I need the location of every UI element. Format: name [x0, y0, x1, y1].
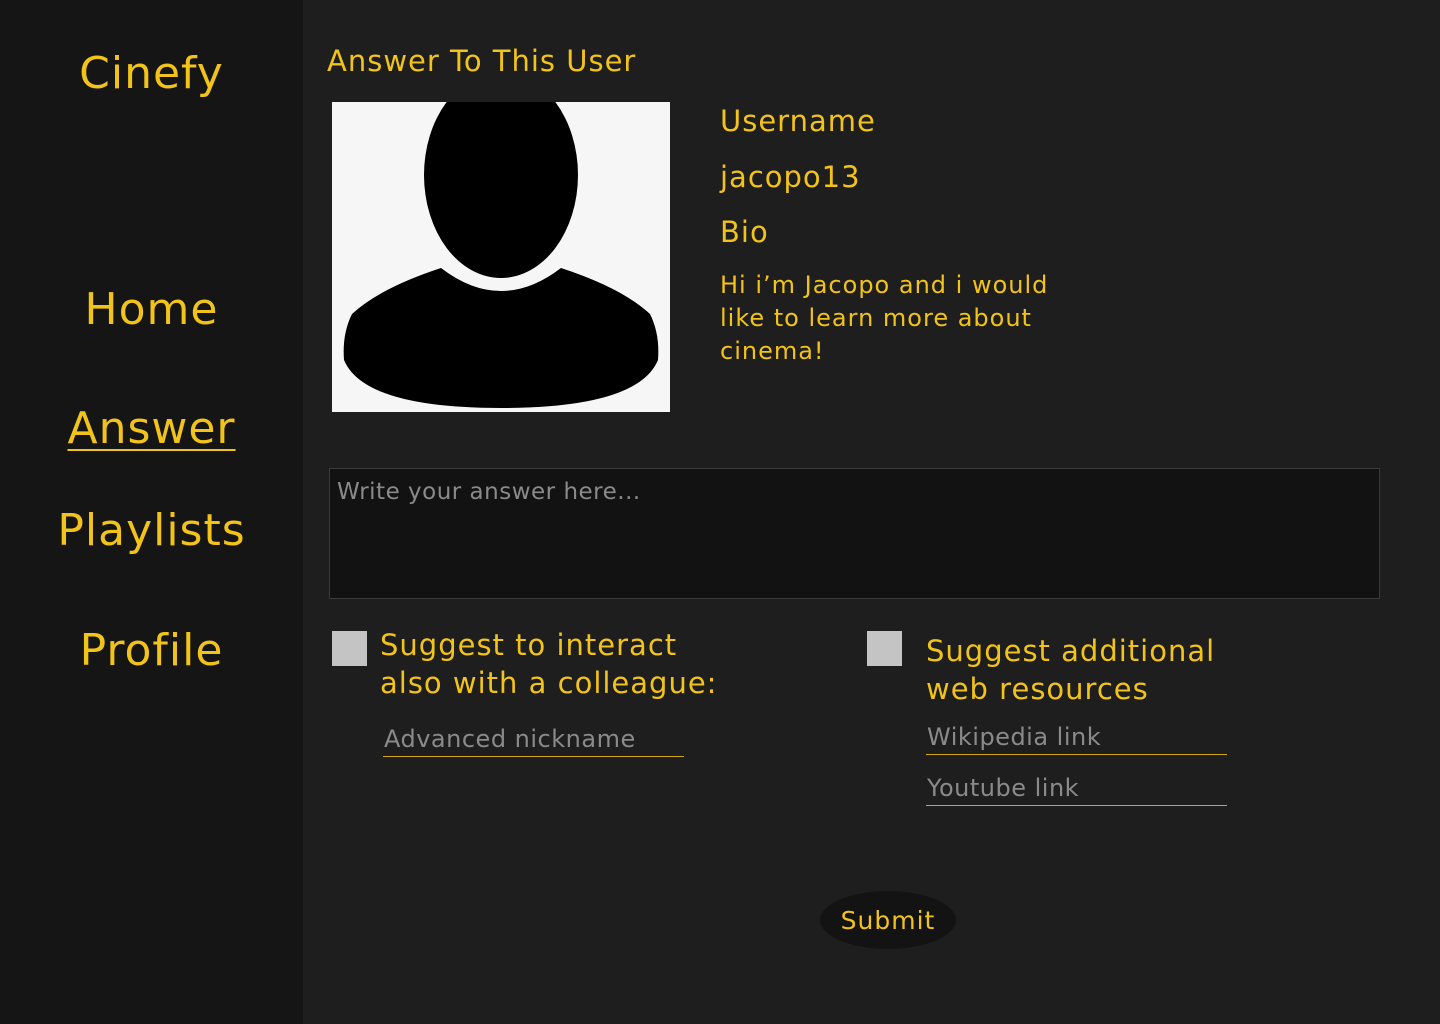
- colleague-checkbox[interactable]: [332, 631, 367, 666]
- nav-item-answer[interactable]: Answer: [0, 403, 303, 454]
- wikipedia-link-input[interactable]: [926, 721, 1227, 755]
- sidebar: Cinefy Home Answer Playlists Profile: [0, 0, 303, 1024]
- resources-checkbox[interactable]: [867, 631, 902, 666]
- answer-textarea[interactable]: [329, 468, 1380, 599]
- username-label: Username: [720, 104, 876, 138]
- user-avatar: [332, 102, 670, 412]
- colleague-label: Suggest to interact also with a colleagu…: [380, 628, 718, 700]
- colleague-nickname-input[interactable]: [383, 723, 684, 757]
- submit-button[interactable]: Submit: [820, 891, 956, 949]
- username-value: jacopo13: [720, 160, 861, 194]
- resources-label: Suggest additional web resources: [926, 634, 1216, 706]
- nav-item-home[interactable]: Home: [0, 284, 303, 335]
- nav-item-playlists[interactable]: Playlists: [0, 505, 303, 556]
- youtube-link-input[interactable]: [926, 772, 1227, 806]
- main-content: Answer To This User Username jacopo13 Bi…: [303, 0, 1440, 1024]
- app-logo: Cinefy: [79, 48, 224, 99]
- bio-text: Hi i’m Jacopo and i would like to learn …: [720, 271, 1049, 365]
- nav-item-profile[interactable]: Profile: [0, 625, 303, 676]
- page-title: Answer To This User: [327, 44, 637, 78]
- bio-label: Bio: [720, 215, 769, 249]
- user-silhouette-icon: [343, 102, 659, 408]
